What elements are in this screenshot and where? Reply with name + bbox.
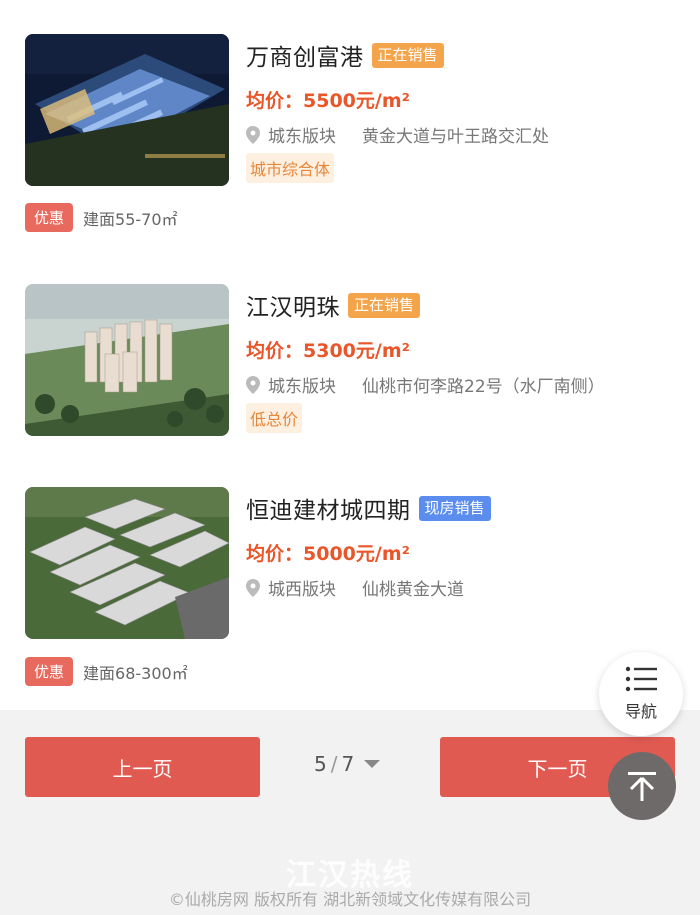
night-commercial-image xyxy=(25,34,229,186)
promo-area: 建面55-70㎡ xyxy=(83,209,178,229)
pagination-footer: 上一页 5 / 7 下一页 江汉热线 ©仙桃房网 版权所有 湖北新领域文化传媒有… xyxy=(0,710,700,915)
nav-label: 导航 xyxy=(624,702,657,721)
listing-price: 均价：5000元/m² xyxy=(246,543,410,565)
listing-district: 城东版块 xyxy=(268,127,336,147)
promo-area: 建面68-300㎡ xyxy=(83,663,188,683)
listing-district: 城东版块 xyxy=(268,377,336,397)
location-pin-icon xyxy=(246,578,260,597)
status-badge: 正在销售 xyxy=(371,42,444,68)
chevron-down-icon xyxy=(364,760,381,768)
promo-badge: 优惠 xyxy=(25,657,74,686)
warehouse-aerial-image xyxy=(25,487,229,639)
total-pages: 7 xyxy=(341,752,355,776)
page-selector[interactable]: 5 / 7 xyxy=(314,752,381,776)
listing-tag: 低总价 xyxy=(246,403,303,433)
listing-district: 城西版块 xyxy=(268,580,336,600)
nav-button[interactable]: 导航 xyxy=(599,652,683,736)
listing-address: 黄金大道与叶王路交汇处 xyxy=(362,127,549,147)
location-pin-icon xyxy=(246,125,260,144)
listing-title[interactable]: 恒迪建材城四期 xyxy=(246,491,411,525)
listing-image[interactable] xyxy=(25,487,229,639)
promo-badge: 优惠 xyxy=(25,203,74,232)
listing-address: 仙桃市何李路22号（水厂南侧） xyxy=(362,377,605,397)
status-badge: 正在销售 xyxy=(348,292,421,318)
listing-tag: 城市综合体 xyxy=(246,153,335,183)
arrow-up-icon xyxy=(628,772,656,801)
page-separator: / xyxy=(330,752,338,776)
residential-aerial-image xyxy=(25,284,229,436)
location-pin-icon xyxy=(246,375,260,394)
listing-price: 均价：5300元/m² xyxy=(246,340,410,362)
listing-address: 仙桃黄金大道 xyxy=(362,580,464,600)
copyright-text: ©仙桃房网 版权所有 湖北新领域文化传媒有限公司 xyxy=(168,890,532,909)
listing-image[interactable] xyxy=(25,34,229,186)
listing-title[interactable]: 江汉明珠 xyxy=(246,288,340,322)
status-badge: 现房销售 xyxy=(418,495,491,521)
current-page: 5 xyxy=(314,752,327,776)
menu-icon xyxy=(625,666,657,692)
listing-price: 均价：5500元/m² xyxy=(246,90,410,112)
back-to-top-button[interactable] xyxy=(608,752,676,820)
listing-image[interactable] xyxy=(25,284,229,436)
prev-page-button[interactable]: 上一页 xyxy=(25,737,260,797)
listing-title[interactable]: 万商创富港 xyxy=(246,38,364,72)
